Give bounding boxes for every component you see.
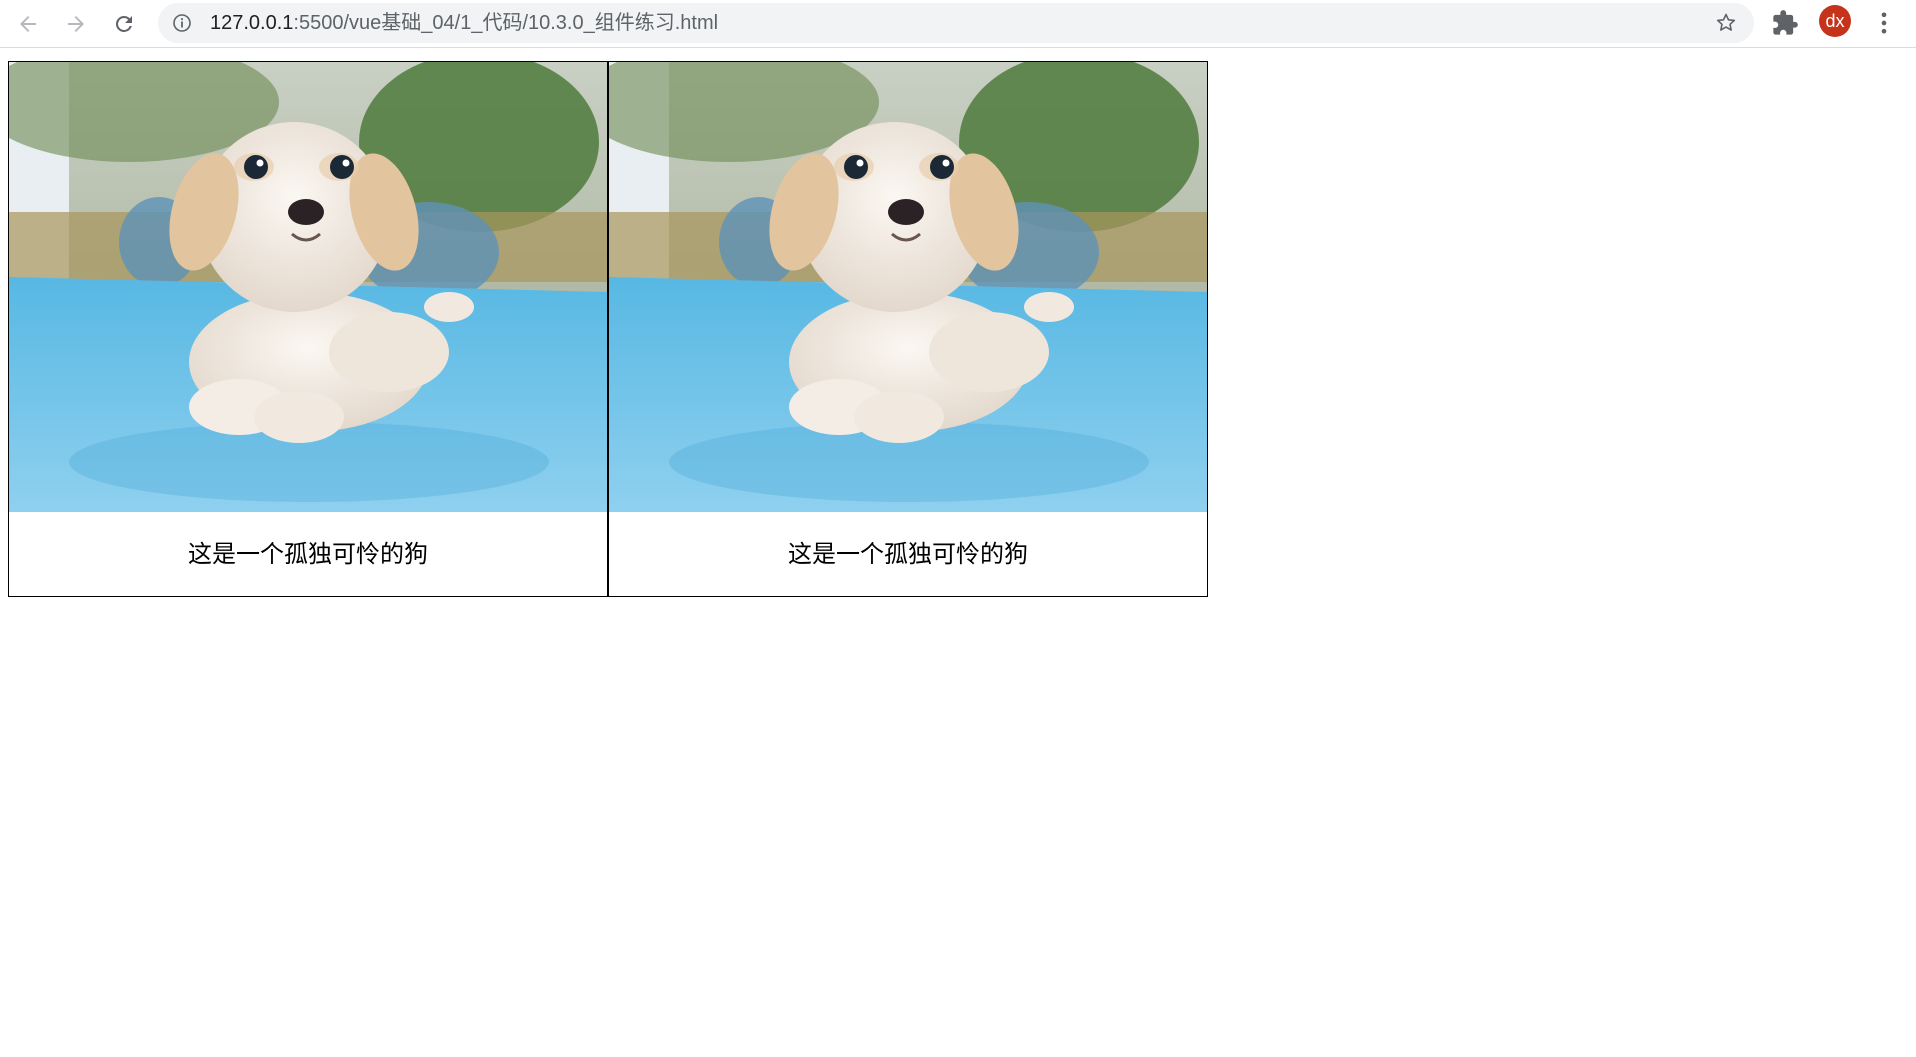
arrow-left-icon <box>20 16 36 32</box>
arrow-right-icon <box>68 16 84 32</box>
dog-card: 这是一个孤独可怜的狗 <box>8 61 608 597</box>
browser-toolbar: 127.0.0.1:5500/vue基础_04/1_代码/10.3.0_组件练习… <box>0 0 1916 48</box>
forward-button[interactable] <box>58 6 94 42</box>
puppy-photo <box>609 62 1207 512</box>
card-list: 这是一个孤独可怜的狗 这是一个孤独可怜的狗 <box>8 61 1208 597</box>
address-bar[interactable]: 127.0.0.1:5500/vue基础_04/1_代码/10.3.0_组件练习… <box>158 3 1754 43</box>
dog-card: 这是一个孤独可怜的狗 <box>608 61 1208 597</box>
info-icon[interactable] <box>172 13 192 33</box>
back-button[interactable] <box>10 6 46 42</box>
url-host: 127.0.0.1 <box>210 12 294 34</box>
url-text[interactable]: 127.0.0.1:5500/vue基础_04/1_代码/10.3.0_组件练习… <box>210 3 718 43</box>
puzzle-icon[interactable] <box>1771 9 1799 37</box>
reload-icon <box>116 15 132 32</box>
card-caption: 这是一个孤独可怜的狗 <box>188 540 428 568</box>
star-icon[interactable] <box>1714 11 1738 35</box>
url-path: :5500/vue基础_04/1_代码/10.3.0_组件练习.html <box>293 12 719 34</box>
more-vertical-icon[interactable] <box>1870 9 1898 37</box>
profile-avatar[interactable]: dx <box>1819 5 1851 37</box>
card-caption: 这是一个孤独可怜的狗 <box>788 540 1028 568</box>
reload-button[interactable] <box>106 6 142 42</box>
puppy-photo <box>9 62 607 512</box>
